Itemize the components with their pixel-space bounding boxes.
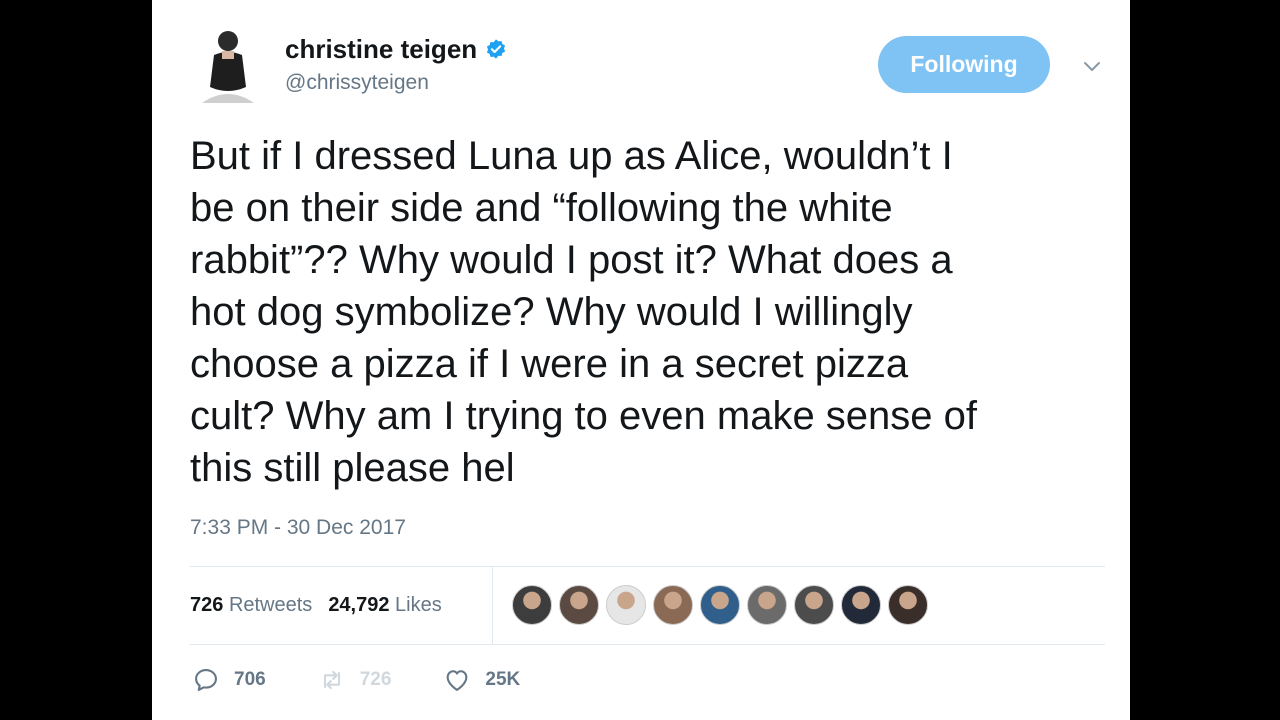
profile-photo-icon (192, 25, 264, 107)
tweet-timestamp[interactable]: 7:33 PM - 30 Dec 2017 (190, 516, 406, 540)
liker-avatar[interactable] (747, 585, 787, 625)
likes-label: Likes (395, 593, 442, 616)
heart-icon (447, 670, 468, 691)
liker-avatar[interactable] (888, 585, 928, 625)
liker-avatar[interactable] (606, 585, 646, 625)
retweet-icon (323, 670, 340, 690)
engagement-stats: 726 Retweets 24,792 Likes (190, 566, 442, 644)
retweets-stat[interactable]: 726 Retweets (190, 594, 312, 617)
like-count: 25K (485, 669, 521, 690)
liker-avatar[interactable] (512, 585, 552, 625)
liker-avatar[interactable] (794, 585, 834, 625)
reply-icon (195, 669, 217, 691)
author-avatar[interactable] (192, 25, 264, 107)
like-action[interactable]: 25K (443, 666, 520, 694)
liker-avatar[interactable] (700, 585, 740, 625)
likes-stat[interactable]: 24,792 Likes (328, 594, 441, 617)
tweet-card: christine teigen @chrissyteigen Followin… (152, 0, 1130, 720)
reply-count: 706 (234, 669, 266, 690)
retweet-action[interactable]: 726 (318, 666, 392, 694)
liker-avatar[interactable] (841, 585, 881, 625)
verified-badge-icon (485, 38, 507, 60)
liker-avatar[interactable] (559, 585, 599, 625)
chevron-down-icon[interactable] (1080, 54, 1104, 78)
following-button[interactable]: Following (878, 36, 1050, 93)
likes-count: 24,792 (328, 593, 390, 616)
retweet-count: 726 (359, 669, 392, 690)
liker-avatar[interactable] (653, 585, 693, 625)
retweets-count: 726 (190, 593, 224, 616)
stats-row: 726 Retweets 24,792 Likes (190, 566, 1105, 644)
author-name[interactable]: christine teigen (285, 34, 477, 65)
liker-avatars (512, 585, 928, 625)
stats-separator (492, 566, 493, 644)
author-name-row: christine teigen (285, 32, 507, 66)
tweet-actions: 706 726 25K (192, 662, 572, 698)
retweets-label: Retweets (228, 593, 313, 616)
author-handle[interactable]: @chrissyteigen (285, 71, 429, 95)
tweet-text: But if I dressed Luna up as Alice, would… (190, 134, 978, 490)
reply-action[interactable]: 706 (192, 666, 266, 694)
divider (190, 644, 1105, 645)
